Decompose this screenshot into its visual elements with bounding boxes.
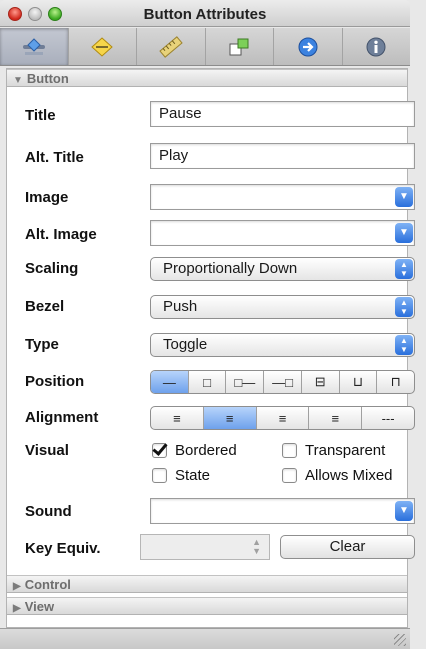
alt-image-combo[interactable]: ▼ <box>150 220 415 246</box>
bindings-arrow-icon <box>298 37 318 56</box>
position-image-left[interactable]: □— <box>226 371 265 393</box>
status-bar <box>0 628 410 649</box>
align-right[interactable]: ≡ <box>309 407 363 429</box>
section-control-header[interactable]: ▶ Control <box>7 575 407 593</box>
disclosure-open-icon: ▼ <box>13 75 23 86</box>
tab-info[interactable] <box>343 28 411 65</box>
image-combo[interactable]: ▼ <box>150 184 415 210</box>
align-left[interactable]: ≡ <box>151 407 204 429</box>
sound-combo[interactable]: ▼ <box>150 498 415 524</box>
tab-bindings[interactable] <box>274 28 343 65</box>
up-down-arrows-icon: ▲ ▼ <box>395 259 413 279</box>
allows-mixed-checkbox[interactable] <box>282 468 297 483</box>
position-image-above[interactable]: ⊓ <box>377 371 414 393</box>
type-value: Toggle <box>163 336 208 353</box>
scaling-value: Proportionally Down <box>163 260 298 277</box>
position-segmented-control[interactable]: — □ □— —□ ⊟ ⊔ ⊓ <box>150 370 415 394</box>
alignment-segmented-control[interactable]: ≡ ≡ ≡ ≡ --- <box>150 406 415 430</box>
bordered-checkbox[interactable] <box>152 443 167 458</box>
section-view[interactable]: ▶ View <box>7 597 407 615</box>
position-image-overlaps[interactable]: ⊟ <box>302 371 340 393</box>
disclosure-closed-icon: ▶ <box>13 581 21 592</box>
resize-grip-icon[interactable] <box>394 634 406 646</box>
tab-size[interactable] <box>137 28 206 65</box>
section-control-label: Control <box>24 577 71 592</box>
state-checkbox[interactable] <box>152 468 167 483</box>
bezel-label: Bezel <box>25 298 65 315</box>
title-bar: Button Attributes <box>0 0 410 27</box>
image-label: Image <box>25 189 69 206</box>
bezel-value: Push <box>163 298 198 315</box>
type-label: Type <box>25 336 59 353</box>
key-equiv-label: Key Equiv. <box>25 540 101 557</box>
inspector-toolbar <box>0 28 410 66</box>
type-popup[interactable]: Toggle ▲ ▼ <box>150 333 415 357</box>
scaling-popup[interactable]: Proportionally Down ▲ ▼ <box>150 257 415 281</box>
ruler-size-icon <box>159 35 183 58</box>
inspector-window: Button Attributes ▼ Button Title Pause A… <box>0 0 426 649</box>
position-label: Position <box>25 373 85 390</box>
chevron-down-icon[interactable]: ▼ <box>395 187 413 207</box>
alt-title-field[interactable]: Play <box>150 143 415 169</box>
up-down-arrows-icon: ▲ ▼ <box>395 297 413 317</box>
scaling-label: Scaling <box>25 260 79 277</box>
align-natural[interactable]: --- <box>362 407 414 429</box>
bordered-label: Bordered <box>175 442 237 459</box>
inspector-content: ▼ Button Title Pause Alt. Title Play Imag… <box>6 68 415 628</box>
visual-label: Visual <box>25 442 69 459</box>
position-image-only[interactable]: □ <box>189 371 227 393</box>
title-field[interactable]: Pause <box>150 101 415 127</box>
chevron-down-icon[interactable]: ▼ <box>395 223 413 243</box>
alt-title-label: Alt. Title <box>25 149 84 166</box>
alt-image-label: Alt. Image <box>25 226 97 243</box>
sound-label: Sound <box>25 503 72 520</box>
clear-button[interactable]: Clear <box>280 535 415 559</box>
attributes-slider-icon <box>22 37 45 55</box>
state-label: State <box>175 467 211 484</box>
connections-icon <box>229 38 249 55</box>
chevron-down-icon[interactable]: ▼ <box>395 501 413 521</box>
section-button-header[interactable]: ▼ Button <box>7 69 407 87</box>
section-control[interactable]: ▶ Control <box>7 575 407 593</box>
align-center[interactable]: ≡ <box>203 407 257 429</box>
section-view-header[interactable]: ▶ View <box>7 597 407 615</box>
section-button-label: Button <box>26 71 69 86</box>
section-view-label: View <box>24 599 55 614</box>
position-no-image[interactable]: — <box>151 371 189 393</box>
allows-mixed-label: Allows Mixed <box>305 467 393 484</box>
disclosure-closed-icon: ▶ <box>13 603 21 614</box>
up-down-arrows-icon: ▲ ▼ <box>395 335 413 355</box>
key-equiv-field[interactable]: ▲ ▼ <box>140 534 270 560</box>
title-label: Title <box>25 107 56 124</box>
transparent-label: Transparent <box>305 442 386 459</box>
tab-effects[interactable] <box>69 28 137 65</box>
info-icon <box>366 37 386 56</box>
diamond-effects-icon <box>91 36 113 57</box>
transparent-checkbox[interactable] <box>282 443 297 458</box>
tab-attributes[interactable] <box>0 28 69 65</box>
position-image-below[interactable]: ⊔ <box>340 371 378 393</box>
align-justified[interactable]: ≡ <box>257 407 310 429</box>
position-image-right[interactable]: —□ <box>264 371 302 393</box>
stepper-icon: ▲ ▼ <box>252 537 261 556</box>
alignment-label: Alignment <box>25 409 99 426</box>
tab-connections[interactable] <box>206 28 274 65</box>
bezel-popup[interactable]: Push ▲ ▼ <box>150 295 415 319</box>
window-title: Button Attributes <box>143 6 267 23</box>
